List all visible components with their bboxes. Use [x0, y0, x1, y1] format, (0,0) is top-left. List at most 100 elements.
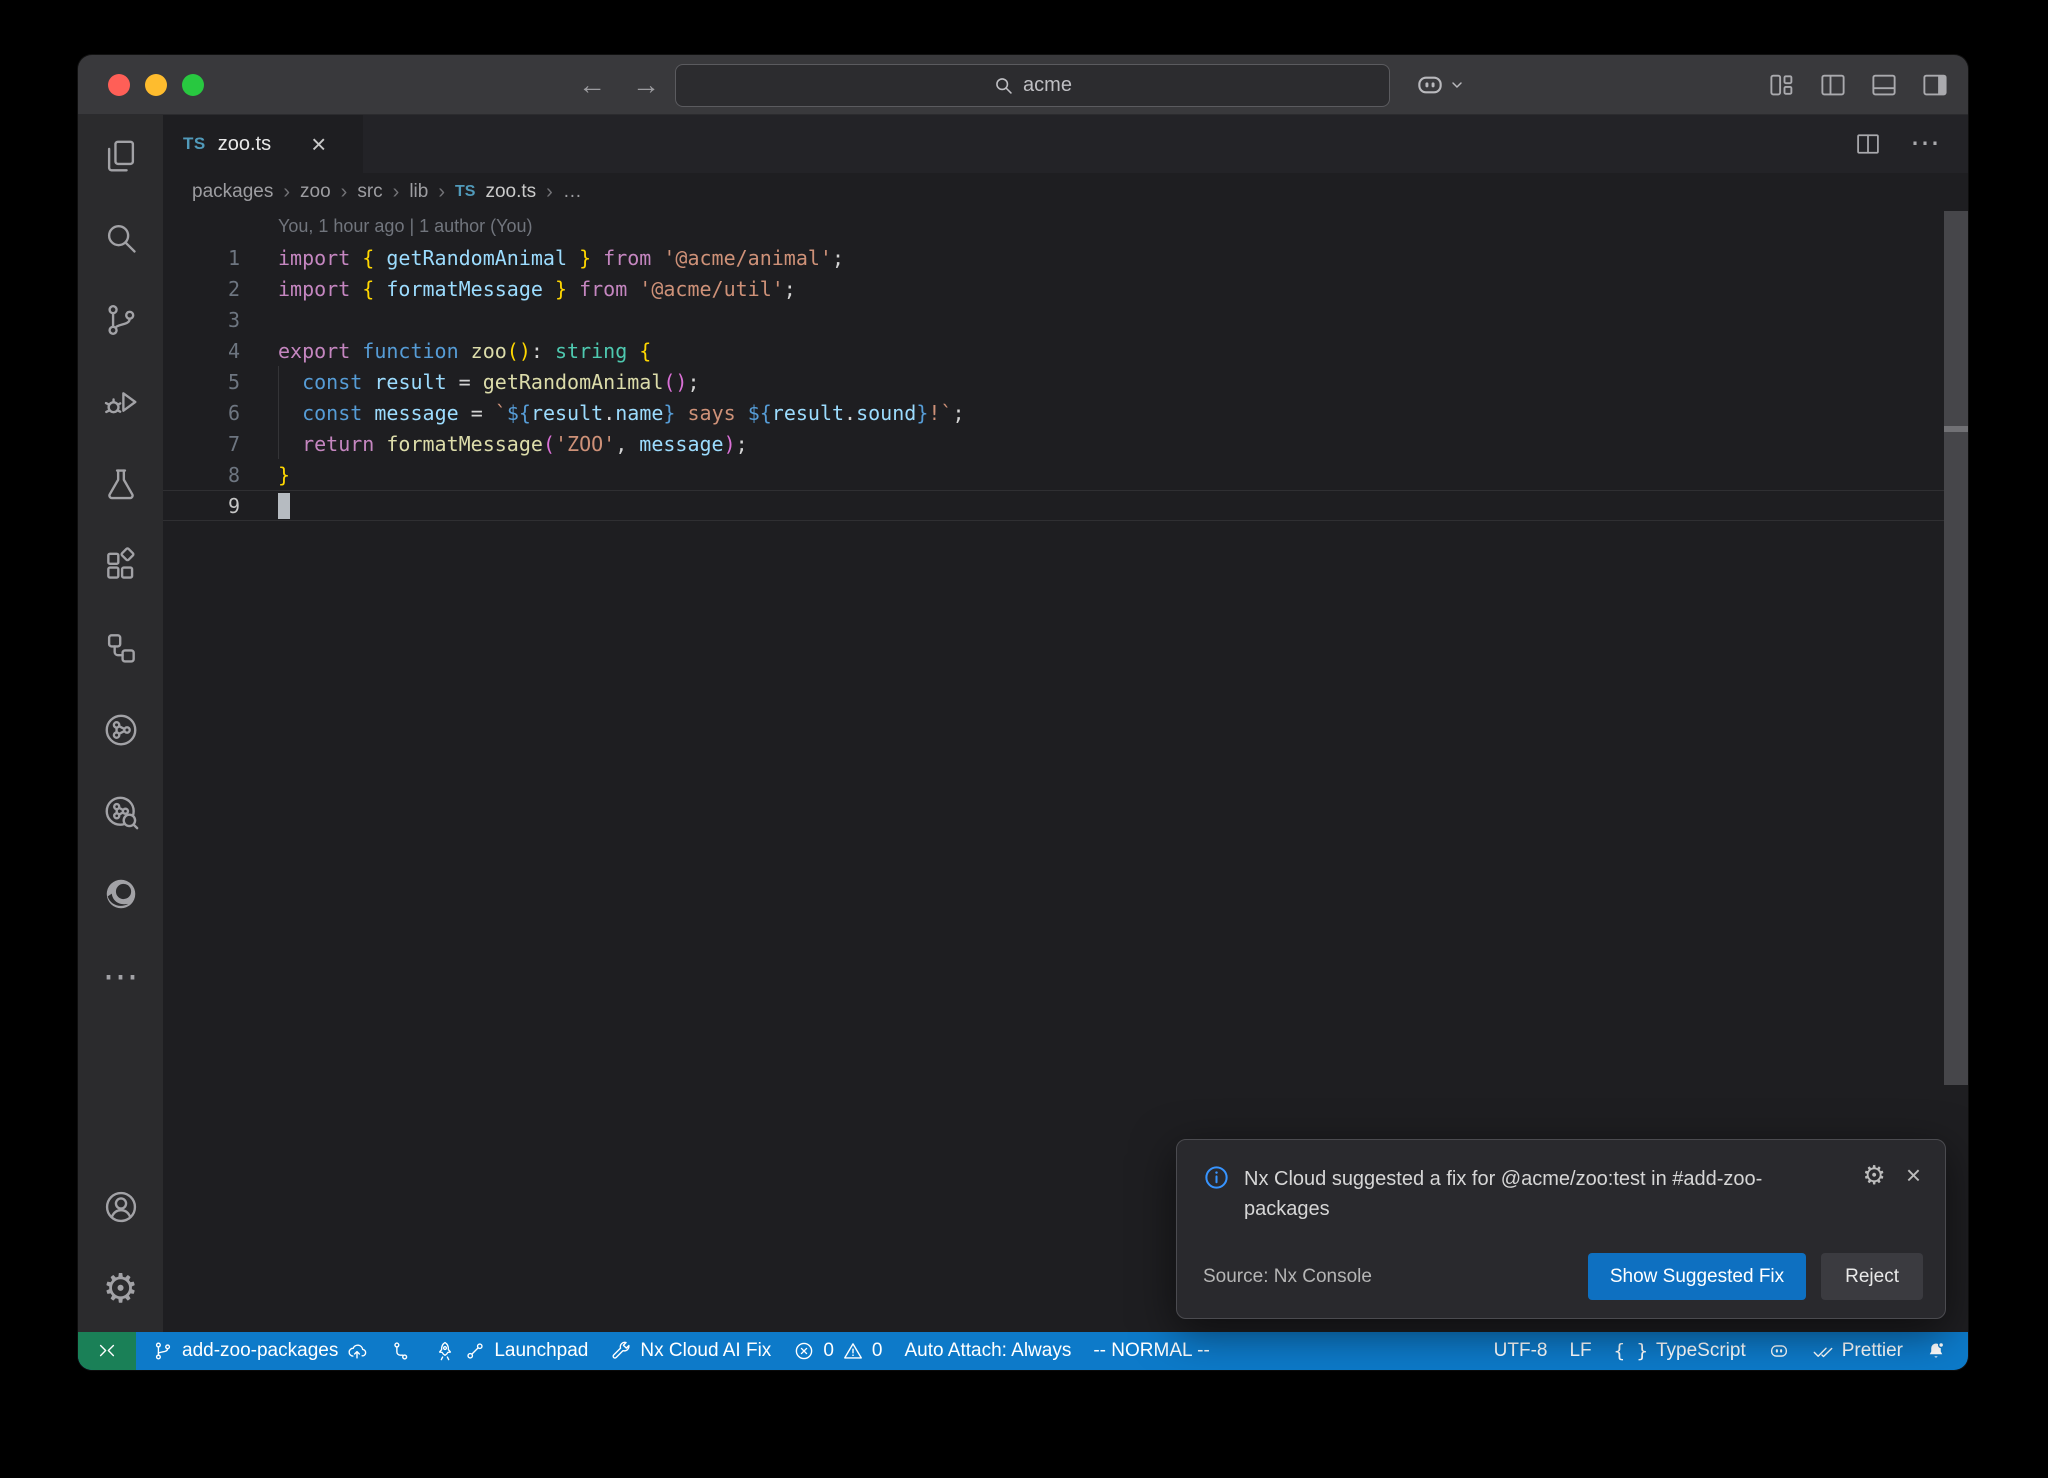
status-git-branch-label: add-zoo-packages: [182, 1340, 338, 1362]
code-line[interactable]: 8}: [163, 459, 1968, 490]
wrench-icon: [610, 1340, 632, 1362]
indent-guide: [278, 366, 279, 459]
status-notifications[interactable]: [1914, 1332, 1958, 1370]
status-language-mode-label: TypeScript: [1656, 1340, 1746, 1362]
double-check-icon: [1812, 1340, 1834, 1362]
activity-item-more[interactable]: ⋯: [78, 935, 163, 1017]
forward-button[interactable]: →: [632, 69, 660, 101]
more-actions-icon[interactable]: ⋯: [1910, 129, 1940, 159]
notification-source: Source: Nx Console: [1203, 1266, 1372, 1288]
ts-file-icon: TS: [455, 183, 475, 201]
line-number: 8: [163, 463, 240, 487]
toggle-primary-sidebar-icon[interactable]: [1818, 70, 1848, 100]
status-auto-attach[interactable]: Auto Attach: Always: [893, 1332, 1082, 1370]
scrollbar-mark: [1944, 426, 1968, 432]
command-center-search[interactable]: acme: [675, 64, 1390, 107]
activity-item-search[interactable]: [78, 197, 163, 279]
search-icon: [102, 219, 140, 257]
breadcrumb-item[interactable]: zoo: [300, 181, 331, 203]
back-button[interactable]: ←: [578, 69, 606, 101]
chevron-down-icon[interactable]: [1449, 77, 1465, 93]
close-tab-icon[interactable]: ×: [311, 131, 326, 157]
code-line[interactable]: 6 const message = `${result.name} says $…: [163, 397, 1968, 428]
status-launchpad-label: Launchpad: [494, 1340, 588, 1362]
activity-item-run-and-debug[interactable]: [78, 361, 163, 443]
activity-item-settings[interactable]: ⚙: [78, 1248, 163, 1330]
activity-item-project-graph[interactable]: [78, 689, 163, 771]
code-text: [240, 493, 290, 519]
reject-button[interactable]: Reject: [1821, 1253, 1923, 1300]
copilot-icon[interactable]: [1414, 69, 1446, 101]
line-number: 3: [163, 308, 240, 332]
code-line[interactable]: 3: [163, 304, 1968, 335]
breadcrumb: packages›zoo›src›lib›TSzoo.ts›…: [163, 173, 1968, 211]
notification-close-icon[interactable]: ×: [1906, 1162, 1921, 1188]
activity-item-extensions[interactable]: [78, 525, 163, 607]
status-problems-label: 0: [872, 1340, 883, 1362]
status-language-mode[interactable]: { }TypeScript: [1603, 1332, 1757, 1370]
breadcrumb-item[interactable]: src: [357, 181, 382, 203]
minimize-window-button[interactable]: [145, 74, 167, 96]
accounts-icon: [102, 1188, 140, 1226]
breadcrumb-symbol[interactable]: …: [563, 181, 582, 203]
status-nx-cloud-ai-fix[interactable]: Nx Cloud AI Fix: [599, 1332, 782, 1370]
code-line[interactable]: 5 const result = getRandomAnimal();: [163, 366, 1968, 397]
toggle-panel-icon[interactable]: [1869, 70, 1899, 100]
notification-toast: Nx Cloud suggested a fix for @acme/zoo:t…: [1176, 1139, 1946, 1319]
tab-zoo-ts[interactable]: TS zoo.ts ×: [163, 115, 363, 173]
status-auto-attach-label: Auto Attach: Always: [904, 1340, 1071, 1362]
activity-item-edge-browser[interactable]: [78, 853, 163, 935]
activity-bar: ⋯ ⚙: [78, 115, 163, 1332]
status-bar: add-zoo-packages Launchpad Nx Cloud AI Fix…: [78, 1332, 1968, 1370]
status-pipeline[interactable]: [379, 1332, 423, 1370]
status-formatter-label: Prettier: [1842, 1340, 1903, 1362]
breadcrumb-file[interactable]: zoo.ts: [485, 181, 536, 203]
copilot-icon: [1768, 1340, 1790, 1362]
split-editor-icon[interactable]: [1854, 130, 1882, 158]
activity-item-testing[interactable]: [78, 443, 163, 525]
breadcrumb-item[interactable]: packages: [192, 181, 273, 203]
status-encoding[interactable]: UTF-8: [1483, 1332, 1559, 1370]
show-suggested-fix-button[interactable]: Show Suggested Fix: [1588, 1253, 1806, 1300]
status-nx-cloud-ai-fix-label: Nx Cloud AI Fix: [640, 1340, 771, 1362]
close-window-button[interactable]: [108, 74, 130, 96]
status-git-branch[interactable]: add-zoo-packages: [141, 1332, 379, 1370]
activity-item-source-control[interactable]: [78, 279, 163, 361]
code-line[interactable]: 1import { getRandomAnimal } from '@acme/…: [163, 242, 1968, 273]
code-text: return formatMessage('ZOO', message);: [240, 432, 748, 456]
breadcrumb-item[interactable]: lib: [409, 181, 428, 203]
status-launchpad[interactable]: Launchpad: [423, 1332, 599, 1370]
activity-item-explorer[interactable]: [78, 115, 163, 197]
status-remote-indicator[interactable]: [78, 1332, 136, 1370]
nx-cloud-icon: [102, 793, 140, 831]
toggle-secondary-sidebar-icon[interactable]: [1920, 70, 1950, 100]
breadcrumb-separator: ›: [438, 181, 445, 204]
tab-label: zoo.ts: [218, 133, 271, 156]
code-line[interactable]: 9: [163, 490, 1968, 521]
code-line[interactable]: 2import { formatMessage } from '@acme/ut…: [163, 273, 1968, 304]
status-eol[interactable]: LF: [1558, 1332, 1602, 1370]
notification-settings-icon[interactable]: ⚙: [1863, 1162, 1886, 1188]
editor-scrollbar[interactable]: [1944, 211, 1968, 1085]
testing-icon: [102, 465, 140, 503]
code-line[interactable]: 4export function zoo(): string {: [163, 335, 1968, 366]
line-number: 2: [163, 277, 240, 301]
status-eol-label: LF: [1569, 1340, 1591, 1362]
code-line[interactable]: 7 return formatMessage('ZOO', message);: [163, 428, 1968, 459]
status-problems[interactable]: 00: [782, 1332, 893, 1370]
activity-item-nx-cloud[interactable]: [78, 771, 163, 853]
activity-item-nx-console[interactable]: [78, 607, 163, 689]
explorer-icon: [102, 137, 140, 175]
customize-layout-icon[interactable]: [1767, 70, 1797, 100]
activity-item-accounts[interactable]: [78, 1166, 163, 1248]
status-vim-mode[interactable]: -- NORMAL --: [1082, 1332, 1220, 1370]
status-formatter[interactable]: Prettier: [1801, 1332, 1914, 1370]
rocket-icon: [434, 1340, 456, 1362]
search-icon: [993, 75, 1014, 96]
status-copilot-status[interactable]: [1757, 1332, 1801, 1370]
code-text: import { getRandomAnimal } from '@acme/a…: [240, 246, 844, 270]
project-graph-icon: [102, 711, 140, 749]
warning-icon: [842, 1340, 864, 1362]
zoom-window-button[interactable]: [182, 74, 204, 96]
title-bar: ← → acme: [78, 55, 1968, 115]
